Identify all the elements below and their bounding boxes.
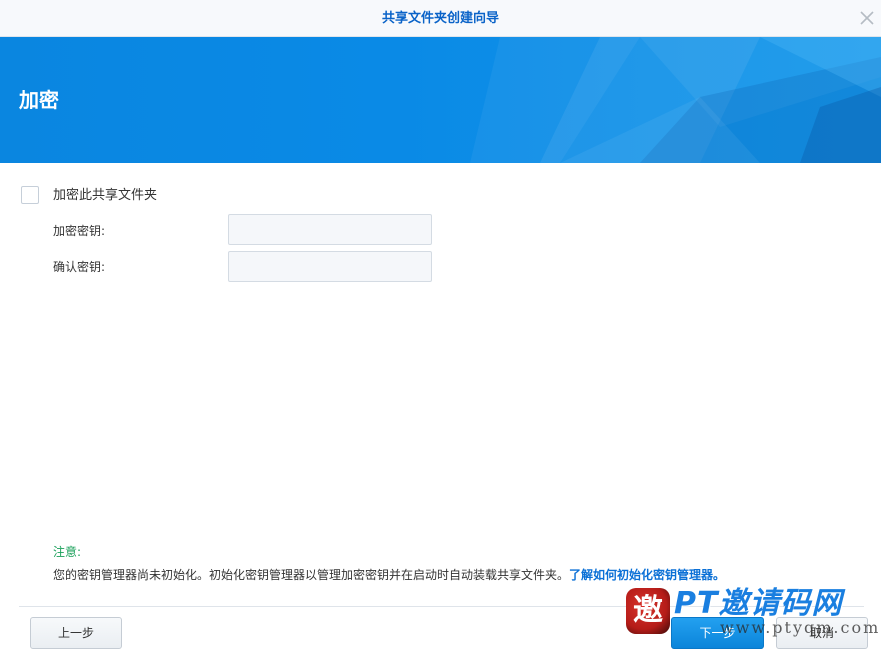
window-titlebar: 共享文件夹创建向导	[0, 0, 881, 37]
watermark-seal: 邀	[626, 588, 670, 634]
note-message: 您的密钥管理器尚未初始化。初始化密钥管理器以管理加密密钥并在启动时自动装载共享文…	[53, 566, 853, 584]
previous-button[interactable]: 上一步	[30, 617, 122, 649]
encrypt-folder-checkbox[interactable]	[21, 186, 39, 204]
close-button[interactable]	[855, 6, 879, 30]
next-button[interactable]: 下一步	[671, 617, 764, 649]
encrypt-folder-label[interactable]: 加密此共享文件夹	[53, 186, 157, 206]
step-banner: 加密	[0, 37, 881, 163]
note-title: 注意:	[53, 545, 82, 559]
close-icon	[860, 11, 874, 25]
banner-geometric-background	[470, 37, 881, 163]
confirm-key-label: 确认密钥:	[53, 260, 106, 274]
confirm-key-input[interactable]	[228, 251, 432, 282]
encryption-key-label: 加密密钥:	[53, 224, 106, 238]
encryption-key-input[interactable]	[228, 214, 432, 245]
footer-divider	[19, 606, 864, 607]
window-title: 共享文件夹创建向导	[381, 11, 499, 26]
note-text: 您的密钥管理器尚未初始化。初始化密钥管理器以管理加密密钥并在启动时自动装载共享文…	[53, 568, 570, 582]
cancel-button[interactable]: 取消	[776, 617, 868, 649]
key-manager-help-link[interactable]: 了解如何初始化密钥管理器。	[569, 568, 725, 582]
step-title: 加密	[19, 88, 59, 112]
